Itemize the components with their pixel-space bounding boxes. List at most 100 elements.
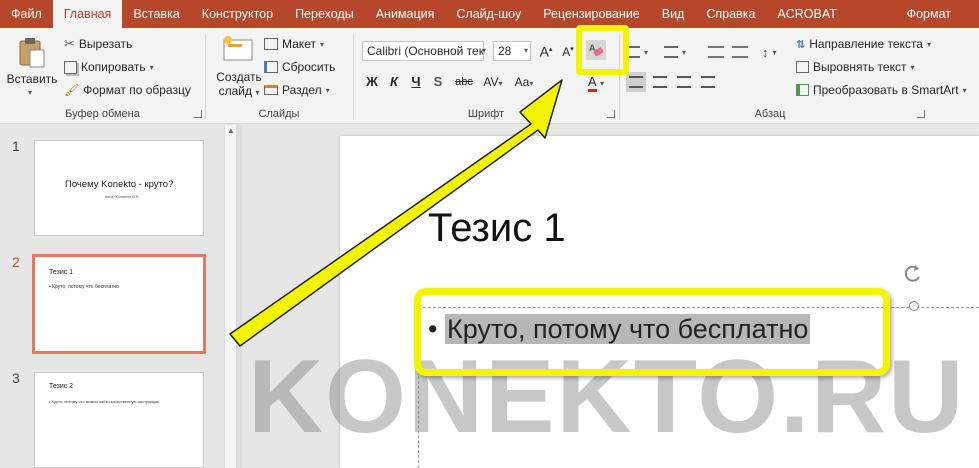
tab-view[interactable]: Вид — [651, 0, 696, 28]
section-dropdown-icon: ▾ — [325, 85, 330, 95]
slide-number: 3 — [12, 370, 20, 386]
text-direction-dropdown-icon: ▾ — [926, 39, 931, 49]
align-center-icon — [653, 76, 667, 88]
align-text-button[interactable]: Выровнять текст ▾ — [796, 57, 915, 77]
rotate-handle-icon[interactable] — [902, 263, 924, 285]
new-slide-dropdown-icon: ▾ — [255, 88, 260, 97]
copy-icon — [64, 60, 77, 74]
paragraph-launcher-icon[interactable] — [917, 110, 925, 118]
change-case-label: Aa — [514, 75, 530, 89]
strikethrough-button[interactable]: abc — [452, 72, 476, 92]
smartart-button[interactable]: Преобразовать в SmartArt ▾ — [796, 80, 967, 100]
font-color-icon: A — [587, 75, 597, 92]
ribbon-tab-bar: Файл Главная Вставка Конструктор Переход… — [0, 0, 979, 28]
new-slide-button[interactable]: Создать слайд ▾ — [212, 32, 266, 102]
font-launcher-icon[interactable] — [607, 110, 615, 118]
font-size-value: 28 — [498, 44, 512, 58]
scroll-up-icon[interactable]: ▲ — [227, 127, 235, 135]
numbering-dropdown-icon: ▾ — [682, 47, 687, 57]
copy-dropdown-icon: ▾ — [149, 62, 154, 72]
decrease-indent-button[interactable] — [708, 42, 724, 62]
font-name-value: Calibri (Основной тек — [367, 44, 484, 58]
italic-button[interactable]: К — [384, 72, 404, 92]
align-text-icon — [796, 61, 809, 73]
grow-font-icon[interactable]: A▴ — [536, 40, 556, 60]
tab-review[interactable]: Рецензирование — [532, 0, 651, 28]
tab-acrobat[interactable]: ACROBAT — [766, 0, 848, 28]
align-right-button[interactable] — [674, 72, 694, 92]
font-name-dropdown-icon[interactable]: ▾ — [482, 46, 486, 55]
justify-button[interactable] — [698, 72, 718, 92]
increase-indent-icon — [732, 46, 748, 58]
highlight-box-selected-text — [414, 288, 890, 376]
tab-help[interactable]: Справка — [695, 0, 766, 28]
thumbnail-scrollbar[interactable]: ▲ — [224, 125, 237, 468]
smartart-dropdown-icon: ▾ — [962, 85, 967, 95]
font-size-dropdown-icon[interactable]: ▾ — [524, 46, 528, 55]
paragraph-group: ▾ ▾ ↕ ▾ ⇅ Направление текста ▾ Выровнять… — [620, 28, 979, 124]
tab-file[interactable]: Файл — [0, 0, 53, 28]
font-color-button[interactable]: A ▾ — [586, 72, 606, 92]
text-direction-button[interactable]: ⇅ Направление текста ▾ — [796, 34, 931, 54]
char-spacing-dropdown-icon: ▾ — [498, 79, 503, 88]
change-case-dropdown-icon: ▾ — [529, 79, 534, 88]
tab-home[interactable]: Главная — [52, 0, 123, 28]
shadow-s-button[interactable]: S — [428, 72, 448, 92]
scissors-icon: ✂ — [64, 36, 75, 51]
align-left-icon — [629, 76, 643, 88]
slide-number: 1 — [12, 138, 20, 154]
cut-label: Вырезать — [78, 37, 133, 51]
paste-dropdown-icon: ▾ — [28, 88, 33, 97]
paste-label: Вставить — [6, 72, 58, 86]
slide-thumbnail-3[interactable]: Тезис 2 • Круто, потому что можно найти … — [34, 372, 204, 468]
layout-label: Макет — [282, 37, 316, 51]
align-text-dropdown-icon: ▾ — [910, 62, 915, 72]
align-center-button[interactable] — [650, 72, 670, 92]
layout-button[interactable]: Макет ▾ — [264, 34, 324, 54]
thumb-subtitle: Автор Юлианна Ю.В. — [105, 195, 140, 199]
reset-button[interactable]: Сбросить — [264, 57, 335, 77]
paste-icon — [19, 38, 45, 68]
line-spacing-button[interactable]: ↕ ▾ — [762, 42, 777, 62]
smartart-label: Преобразовать в SmartArt — [813, 83, 959, 97]
thumb-body: • Круто, потому что бесплатно — [49, 284, 120, 290]
resize-handle[interactable] — [909, 301, 919, 311]
bullets-button[interactable]: ▾ — [626, 42, 648, 62]
font-name-combo[interactable]: Calibri (Основной тек — [362, 41, 484, 61]
align-left-button[interactable] — [626, 72, 646, 92]
line-spacing-icon: ↕ — [762, 44, 769, 60]
format-painter-button[interactable]: 🖌 Формат по образцу — [64, 80, 191, 100]
new-slide-label-1: Создать — [216, 70, 262, 84]
increase-indent-button[interactable] — [732, 42, 748, 62]
paste-button[interactable]: Вставить ▾ — [6, 34, 58, 98]
thumb-title: Тезис 1 — [49, 269, 74, 276]
section-button[interactable]: Раздел ▾ — [264, 80, 330, 100]
cut-button[interactable]: ✂ Вырезать — [64, 34, 132, 54]
slide-title[interactable]: Тезис 1 — [428, 206, 566, 251]
change-case-button[interactable]: Aa▾ — [510, 72, 538, 92]
tab-format[interactable]: Формат — [896, 0, 979, 28]
bold-button[interactable]: Ж — [362, 72, 382, 92]
thumb-title: Тезис 2 — [49, 383, 74, 390]
slides-group-label: Слайды — [258, 108, 300, 120]
tab-animations[interactable]: Анимация — [365, 0, 446, 28]
tab-slideshow[interactable]: Слайд-шоу — [445, 0, 532, 28]
tab-design[interactable]: Конструктор — [191, 0, 284, 28]
ribbon: Вставить ▾ ✂ Вырезать Копировать ▾ 🖌 Фор… — [0, 28, 979, 124]
tab-insert[interactable]: Вставка — [122, 0, 190, 28]
layout-dropdown-icon: ▾ — [319, 39, 324, 49]
tab-transitions[interactable]: Переходы — [284, 0, 365, 28]
shrink-font-icon[interactable]: A▾ — [558, 40, 578, 60]
reset-label: Сбросить — [282, 60, 336, 74]
reset-icon — [264, 61, 278, 73]
underline-button[interactable]: Ч — [406, 72, 426, 92]
text-direction-icon: ⇅ — [796, 38, 806, 51]
thumb-title: Почему Konekto - круто? — [65, 179, 174, 190]
copy-button[interactable]: Копировать ▾ — [64, 57, 154, 77]
clipboard-launcher-icon[interactable] — [194, 110, 202, 118]
format-painter-label: Формат по образцу — [83, 83, 191, 97]
char-spacing-button[interactable]: AV▾ — [480, 72, 506, 92]
slide-thumbnail-1[interactable]: Почему Konekto - круто? Автор Юлианна Ю.… — [34, 140, 204, 236]
slide-thumbnail-2[interactable]: Тезис 1 • Круто, потому что бесплатно — [32, 254, 206, 354]
numbering-button[interactable]: ▾ — [664, 42, 686, 62]
